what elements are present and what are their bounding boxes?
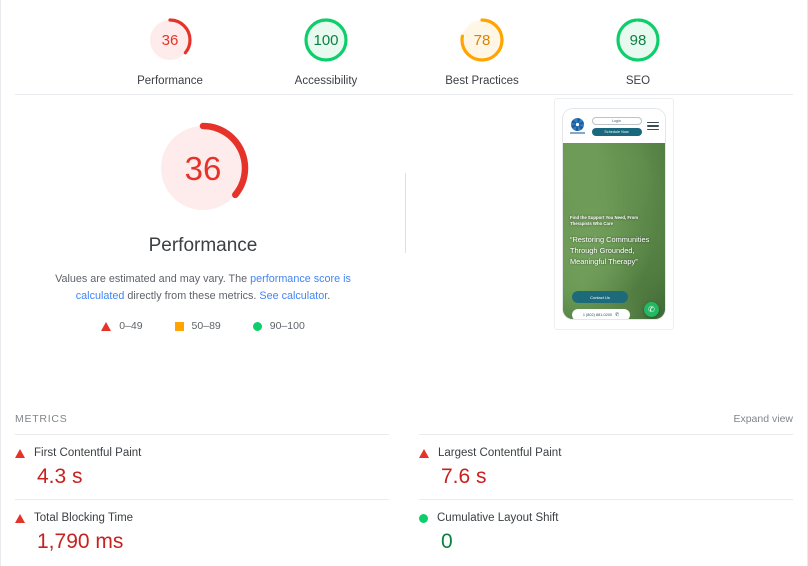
legend-item-pass: 90–100	[252, 320, 305, 333]
triangle-fail-icon	[15, 513, 25, 523]
metric-value: 1,790 ms	[37, 530, 124, 553]
score-label-seo: SEO	[625, 75, 651, 87]
legend-label-average: 50–89	[191, 320, 221, 333]
score-legend: 0–49 50–89 90–100	[101, 320, 305, 332]
hamburger-menu-icon[interactable]	[647, 121, 659, 131]
phone-frame: Login Schedule Now Find the Support You …	[562, 108, 666, 320]
gauge-value-performance: 36	[161, 31, 179, 49]
metric-cumulative-layout-shift[interactable]: Cumulative Layout Shift 0	[419, 499, 793, 564]
score-label-accessibility: Accessibility	[294, 75, 358, 87]
gauge-value-best-practices: 78	[473, 31, 491, 49]
score-item-accessibility[interactable]: 100 Accessibility	[274, 16, 378, 87]
phone-number-pill[interactable]: 1 (802) 881-0200 ✆	[572, 309, 630, 319]
metric-row: Largest Contentful Paint	[419, 447, 793, 459]
score-summary-row: 36 Performance 100 Accessibility 78 Best…	[1, 0, 807, 94]
score-item-best-practices[interactable]: 78 Best Practices	[430, 16, 534, 87]
metric-value: 7.6 s	[441, 465, 487, 488]
metric-label: Cumulative Layout Shift	[437, 512, 559, 524]
circle-pass-icon	[252, 321, 262, 331]
vertical-divider	[405, 173, 406, 253]
gauge-accessibility: 100	[302, 16, 350, 64]
metrics-header: Metrics Expand view	[15, 404, 793, 434]
triangle-fail-icon	[101, 321, 112, 331]
hamburger-bar	[647, 125, 659, 127]
score-label-best-practices: Best Practices	[445, 75, 519, 87]
description-text-3: .	[327, 289, 331, 302]
site-logo-icon	[569, 118, 586, 135]
metric-label: First Contentful Paint	[34, 447, 142, 459]
hero-kicker-text: Find the Support You Need, From Therapis…	[570, 215, 639, 227]
lighthouse-report: 36 Performance 100 Accessibility 78 Best…	[0, 0, 808, 566]
metrics-grid: First Contentful Paint 4.3 s Largest Con…	[15, 434, 793, 564]
metric-row: Cumulative Layout Shift	[419, 512, 793, 524]
description-text-1: Values are estimated and may vary. The	[55, 273, 251, 285]
square-average-icon	[174, 321, 184, 331]
expand-view-button[interactable]: Expand view	[733, 413, 793, 425]
metric-first-contentful-paint[interactable]: First Contentful Paint 4.3 s	[15, 434, 389, 499]
triangle-fail-icon	[419, 448, 429, 458]
site-header: Login Schedule Now	[563, 109, 665, 143]
performance-overview: 36 Performance Values are estimated and …	[1, 95, 807, 405]
circle-pass-icon	[419, 513, 428, 523]
logo-wordmark	[570, 132, 585, 134]
performance-detail-block: 36 Performance Values are estimated and …	[1, 95, 405, 332]
phone-number-text: 1 (802) 881-0200	[582, 313, 612, 317]
legend-item-fail: 0–49	[101, 320, 143, 333]
phone-icon: ✆	[614, 311, 620, 318]
metric-value: 4.3 s	[37, 465, 83, 488]
site-header-buttons: Login Schedule Now	[590, 116, 643, 136]
floating-call-button[interactable]: ✆	[644, 302, 659, 317]
metric-largest-contentful-paint[interactable]: Largest Contentful Paint 7.6 s	[419, 434, 793, 499]
performance-description: Values are estimated and may vary. The p…	[30, 271, 376, 304]
score-item-performance[interactable]: 36 Performance	[118, 16, 222, 87]
hamburger-bar	[647, 129, 659, 131]
hero-section: Find the Support You Need, From Therapis…	[563, 143, 665, 319]
performance-title: Performance	[148, 235, 258, 256]
metric-row: Total Blocking Time	[15, 512, 389, 524]
metric-row: First Contentful Paint	[15, 447, 389, 459]
legend-label-fail: 0–49	[119, 320, 143, 333]
gauge-value-seo: 98	[629, 31, 647, 49]
login-button[interactable]: Login	[591, 116, 642, 125]
metrics-section: Metrics Expand view First Contentful Pai…	[1, 404, 807, 564]
schedule-now-button[interactable]: Schedule Now	[591, 127, 642, 136]
gauge-performance: 36	[146, 16, 194, 64]
gauge-value-accessibility: 100	[313, 31, 339, 49]
metric-label: Largest Contentful Paint	[438, 447, 562, 459]
see-calculator-link[interactable]: See calculator	[259, 290, 327, 302]
metric-total-blocking-time[interactable]: Total Blocking Time 1,790 ms	[15, 499, 389, 564]
description-text-2: directly from these metrics.	[124, 289, 260, 302]
metric-label: Total Blocking Time	[34, 512, 134, 524]
gauge-performance-large: 36	[152, 117, 254, 219]
triangle-fail-icon	[15, 448, 25, 458]
gauge-value-performance-large: 36	[184, 149, 222, 187]
gauge-seo: 98	[614, 16, 662, 64]
gauge-best-practices: 78	[458, 16, 506, 64]
metric-value: 0	[441, 530, 453, 553]
contact-us-button[interactable]: Contact Us	[572, 291, 628, 303]
score-label-performance: Performance	[137, 75, 203, 87]
metrics-title: Metrics	[15, 413, 68, 425]
legend-label-pass: 90–100	[269, 320, 305, 333]
page-screenshot-thumbnail[interactable]: Login Schedule Now Find the Support You …	[554, 98, 674, 330]
hero-quote-text: “Restoring Communities Through Grounded,…	[570, 235, 650, 266]
score-item-seo[interactable]: 98 SEO	[586, 16, 690, 87]
mandala-glyph	[571, 118, 584, 131]
hamburger-bar	[647, 121, 659, 123]
legend-item-average: 50–89	[174, 320, 221, 333]
